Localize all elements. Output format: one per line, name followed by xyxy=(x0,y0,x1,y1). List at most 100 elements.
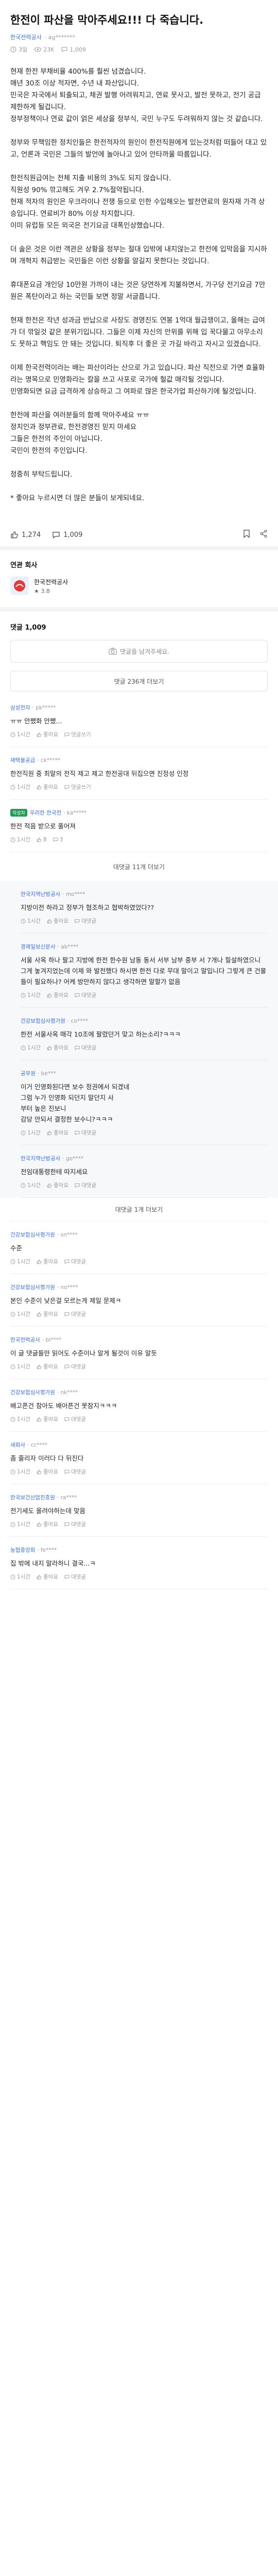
comment-time-value: 1시간 xyxy=(17,1311,31,1317)
thumbs-up-icon xyxy=(47,1130,52,1135)
comment-icon xyxy=(64,1469,70,1474)
comment-like-button[interactable]: 좋아요 xyxy=(47,1044,68,1052)
comment-like-button[interactable]: 좋아요 xyxy=(47,991,68,999)
post-paragraph: 현재 한전은 작년 성과금 반납으로 사장도 경영진도 연봉 1억대 월급쟁이고… xyxy=(10,316,265,348)
more-comments-button[interactable]: 댓글 236개 더보기 xyxy=(10,671,268,691)
eye-icon xyxy=(34,47,42,52)
comment-company[interactable]: 건강보험심사평가원 xyxy=(21,1017,65,1025)
comment-company[interactable]: 삼성전자 xyxy=(10,704,30,711)
comment-reply-button[interactable]: 대댓글 xyxy=(64,1258,86,1265)
comment-footer: 1시간 8 3 xyxy=(10,836,268,843)
comment-author: · mo**** xyxy=(62,891,85,897)
comment-icon xyxy=(64,1417,70,1421)
comment-like-button[interactable]: 좋아요 xyxy=(47,1129,68,1137)
post-company[interactable]: 한국전력공사 xyxy=(10,33,42,41)
comment-company[interactable]: 한국전력공사 xyxy=(10,1336,40,1344)
bottom-comment-list: 건강보험심사평가원 · sn**** 수준 1시간 좋아요 대댓글 건강보험심사… xyxy=(10,1222,268,1589)
comment-like-button[interactable]: 좋아요 xyxy=(37,1520,58,1528)
clock-icon xyxy=(10,1469,15,1475)
comment-like-button[interactable]: 좋아요 xyxy=(37,1363,58,1370)
comment-time: 1시간 xyxy=(21,1181,41,1189)
comment-company[interactable]: 한국보건산업진흥원 xyxy=(10,1494,55,1501)
comment-company[interactable]: 농협중앙회 xyxy=(10,1546,35,1554)
comment-company[interactable]: 건강보험심사평가원 xyxy=(10,1388,55,1396)
comment-company[interactable]: 공무원 xyxy=(21,1070,36,1077)
comment-reply-button[interactable]: 대댓글 xyxy=(75,1129,96,1137)
comment-like-button[interactable]: 좋아요 xyxy=(37,1573,58,1581)
comment-text: 본인 수준이 낮은걸 모르는게 제일 문제ㅋ xyxy=(10,1297,121,1304)
post-stats: 3일 23K 1,009 xyxy=(10,45,268,54)
comment-reply-label: 대댓글 xyxy=(81,918,96,924)
comment-like-label: 좋아요 xyxy=(43,1469,58,1475)
page: 한전이 파산을 막아주세요!!! 다 죽습니다. 한국전력공사 · ag****… xyxy=(0,0,278,1595)
like-count: 1,274 xyxy=(22,531,41,539)
comment-company[interactable]: 새회사 xyxy=(10,1441,25,1449)
comment-reply-button[interactable]: 대댓글 xyxy=(64,1415,86,1423)
comment-text: 서울 사옥 하나 팔고 지방에 한전 한수원 남동 동서 서부 남부 중부 서 … xyxy=(21,956,267,986)
comment-like-button[interactable]: 좋아요 xyxy=(37,1415,58,1423)
comment-item: 건강보험심사평가원 · sn**** 수준 1시간 좋아요 대댓글 xyxy=(10,1222,268,1274)
comment-like-button[interactable]: 좋아요 xyxy=(37,783,58,791)
comment-like-label: 좋아요 xyxy=(43,732,58,738)
clock-icon xyxy=(21,992,26,998)
comment-company[interactable]: 건강보험심사평가원 xyxy=(10,1283,55,1291)
clock-icon xyxy=(21,918,26,924)
comment-reply-button[interactable]: 대댓글 xyxy=(75,1044,96,1052)
company-card[interactable]: 한국전력공사 ★ 3.8 xyxy=(10,577,268,595)
comment-like-button[interactable]: 좋아요 xyxy=(37,1468,58,1476)
post: 한전이 파산을 막아주세요!!! 다 죽습니다. 한국전력공사 · ag****… xyxy=(0,0,278,523)
comment-button[interactable]: 1,009 xyxy=(52,531,82,539)
comment-author: · ra**** xyxy=(57,1494,77,1501)
post-paragraph: 이제 한국전력이라는 배는 파산이라는 산으로 가고 있습니다. 파산 직전으로… xyxy=(10,364,265,396)
share-icon[interactable] xyxy=(259,530,268,540)
company-rating: ★ 3.8 xyxy=(34,587,50,595)
comment-time: 1시간 xyxy=(21,1129,41,1137)
comment-reply-button[interactable]: 대댓글 xyxy=(64,1520,86,1528)
bookmark-icon[interactable] xyxy=(243,530,250,540)
thumbs-up-icon xyxy=(47,1183,52,1188)
thumbs-up-icon xyxy=(11,531,18,538)
comment-reply-label: 3 xyxy=(59,836,63,843)
comment-reply-button[interactable]: 댓글쓰기 xyxy=(64,731,91,738)
comment-header: 경제일보신문사 · ab**** xyxy=(21,943,268,951)
more-replies-button[interactable]: 대댓글 11개 더보기 xyxy=(10,857,268,876)
comment-time: 1시간 xyxy=(10,1258,30,1265)
clock-icon xyxy=(10,1364,15,1369)
comment-text: ㅠㅠ 안쨌화 안쨌... xyxy=(10,717,62,725)
more-replies-button-2[interactable]: 대댓글 1개 더보기 xyxy=(10,1198,268,1222)
comment-like-button[interactable]: 좋아요 xyxy=(37,731,58,738)
comment-like-button[interactable]: 8 xyxy=(37,837,47,843)
clock-icon xyxy=(10,1521,15,1527)
comment-reply-button[interactable]: 대댓글 xyxy=(64,1363,86,1370)
like-button[interactable]: 1,274 xyxy=(10,531,41,539)
post-paragraph: 휴대폰요금 개인당 10만원 가까이 내는 것은 당연하게 지불하면서, 가구당… xyxy=(10,281,266,301)
comment-company[interactable]: 재택물공급 xyxy=(10,756,35,764)
comment-reply-button[interactable]: 대댓글 xyxy=(75,991,96,999)
comment-reply-button[interactable]: 3 xyxy=(53,837,63,843)
comment-reply-button[interactable]: 대댓글 xyxy=(75,1181,96,1189)
comment-reply-label: 대댓글 xyxy=(71,1259,86,1265)
comment-reply-button[interactable]: 대댓글 xyxy=(75,917,96,925)
comment-like-button[interactable]: 좋아요 xyxy=(37,1310,58,1318)
comment-company[interactable]: 건강보험심사평가원 xyxy=(10,1231,55,1239)
comment-like-button[interactable]: 좋아요 xyxy=(47,917,68,925)
comment-header: 한국전력공사 · bi**** xyxy=(10,1336,268,1344)
comment-time-value: 1시간 xyxy=(17,732,31,738)
comment-text: 좀 줄리자 이러다 다 뒤진다 xyxy=(10,1454,84,1462)
comment-company[interactable]: 우리한 한국전 xyxy=(30,809,61,817)
comment-reply-button[interactable]: 대댓글 xyxy=(64,1573,86,1581)
comment-company[interactable]: 한국지역난방공사 xyxy=(21,1155,60,1162)
comment-like-button[interactable]: 좋아요 xyxy=(37,1258,58,1265)
comment-reply-button[interactable]: 대댓글 xyxy=(64,1310,86,1318)
comment-company[interactable]: 한국지역난방공사 xyxy=(21,890,60,898)
comment-input[interactable]: 댓글을 남겨주세요. xyxy=(10,640,268,663)
comment-header: 건강보험심사평가원 · no**** xyxy=(10,1283,268,1291)
comment-icon xyxy=(64,1312,70,1316)
comment-author: · nk**** xyxy=(57,1389,78,1396)
comment-reply-label: 대댓글 xyxy=(81,992,96,998)
comment-reply-button[interactable]: 댓글쓰기 xyxy=(64,783,91,791)
comment-like-button[interactable]: 좋아요 xyxy=(47,1181,68,1189)
comment-reply-button[interactable]: 대댓글 xyxy=(64,1468,86,1476)
comment-company[interactable]: 경제일보신문사 xyxy=(21,943,56,951)
comment-item: 농협중앙회 · fe**** 집 밖에 내지 말라하니 결국...ㅋ 1시간 좋… xyxy=(10,1537,268,1589)
